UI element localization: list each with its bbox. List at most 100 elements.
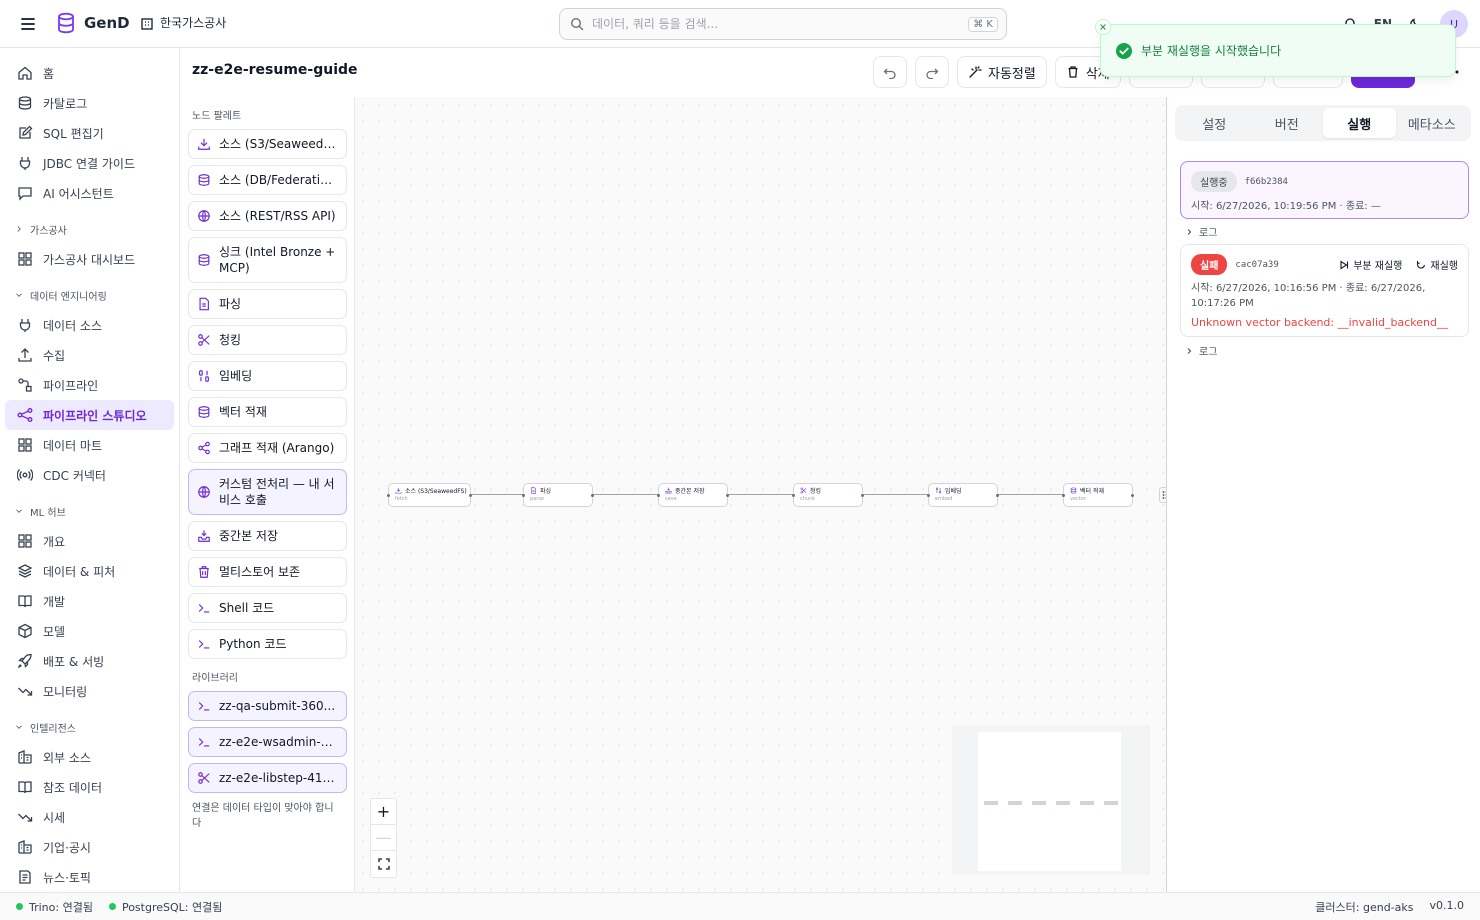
sidebar-item[interactable]: 모델 (5, 616, 174, 646)
run-id: cac07a39 (1235, 259, 1279, 270)
minimap-node (1032, 801, 1046, 805)
zoom-in-button[interactable]: + (371, 799, 396, 825)
input-handle[interactable] (927, 494, 930, 497)
pipeline-node[interactable]: 소스 (S3/SeaweedFS) fetch (387, 483, 472, 507)
pipeline-node[interactable]: 벡터 적재 vector (1062, 483, 1134, 507)
sidebar-item[interactable]: 카탈로그 (5, 88, 174, 118)
log-toggle[interactable]: 로그 (1185, 224, 1217, 239)
zoom-out-button[interactable]: — (371, 825, 396, 851)
input-handle[interactable] (1062, 494, 1065, 497)
sidebar-item[interactable]: 가스공사 대시보드 (5, 244, 174, 274)
brand[interactable]: GenD (56, 12, 130, 34)
sidebar-group-header[interactable]: ML 허브 (0, 496, 179, 526)
sidebar-item[interactable]: 데이터 소스 (5, 310, 174, 340)
sidebar-item[interactable]: 기업·공시 (5, 832, 174, 862)
library-item[interactable]: zz-qa-submit-360... (188, 691, 347, 721)
tab-1[interactable]: 버전 (1251, 108, 1324, 138)
sidebar-item[interactable]: 데이터 & 피처 (5, 556, 174, 586)
database-icon (1070, 487, 1077, 494)
menu-icon[interactable] (18, 14, 38, 34)
minimap-viewport[interactable] (978, 732, 1121, 871)
palette-node[interactable]: 벡터 적재 (188, 397, 347, 427)
node-title-label: 벡터 적재 (1080, 488, 1104, 495)
sidebar-item[interactable]: 참조 데이터 (5, 772, 174, 802)
sidebar-item[interactable]: 외부 소스 (5, 742, 174, 772)
palette-node[interactable]: 그래프 적재 (Arango) (188, 433, 347, 463)
output-handle[interactable] (591, 494, 594, 497)
sidebar-item[interactable]: AI 어시스턴트 (5, 178, 174, 208)
input-handle[interactable] (387, 494, 390, 497)
sidebar-item[interactable]: 개요 (5, 526, 174, 556)
sidebar-item-label: 모델 (43, 624, 66, 639)
palette-node[interactable]: 커스텀 전처리 — 내 서비스 호출 (188, 469, 347, 515)
auto-layout-button[interactable]: 자동정렬 (957, 56, 1047, 88)
sidebar-group-header[interactable]: 데이터 엔지니어링 (0, 280, 179, 310)
fit-view-button[interactable] (371, 851, 396, 877)
input-handle[interactable] (792, 494, 795, 497)
minimap[interactable] (952, 725, 1150, 875)
library-item[interactable]: zz-e2e-libstep-410... (188, 763, 347, 793)
sidebar-item[interactable]: 홈 (5, 58, 174, 88)
output-handle[interactable] (996, 494, 999, 497)
brand-name: GenD (84, 14, 130, 32)
palette-node[interactable]: 파싱 (188, 289, 347, 319)
undo-icon (883, 65, 897, 79)
sidebar-item[interactable]: 뉴스·토픽 (5, 862, 174, 892)
redo-button[interactable] (915, 56, 949, 88)
palette-node[interactable]: 소스 (S3/SeaweedFS) (188, 129, 347, 159)
tab-2[interactable]: 실행 (1323, 108, 1396, 138)
search-input[interactable] (592, 17, 961, 31)
pipeline-canvas[interactable]: + — 소스 (S3/SeaweedFS) fetch 파싱 parse 중간본 저장 s… (355, 97, 1166, 892)
sidebar-item[interactable]: 모니터링 (5, 676, 174, 706)
sidebar-item[interactable]: JDBC 연결 가이드 (5, 148, 174, 178)
rerun-button[interactable]: 재실행 (1416, 257, 1458, 272)
sidebar-group-header[interactable]: 인텔리전스 (0, 712, 179, 742)
input-handle[interactable] (522, 494, 525, 497)
sidebar-item[interactable]: 시세 (5, 802, 174, 832)
run-card-failed[interactable]: 실패 cac07a39 부분 재실행 재실행 시작: 6/27/2026, 10… (1180, 244, 1469, 337)
run-id: f66b2384 (1244, 176, 1288, 187)
output-handle[interactable] (469, 494, 472, 497)
palette-section-title: 노드 팔레트 (192, 111, 242, 122)
run-card-running[interactable]: 실행중 f66b2384 시작: 6/27/2026, 10:19:56 PM … (1180, 161, 1469, 219)
pipeline-node[interactable]: 파싱 parse (522, 483, 594, 507)
library-item[interactable]: zz-e2e-wsadmin-6... (188, 727, 347, 757)
global-search[interactable]: ⌘ K (559, 8, 1007, 40)
org-switcher[interactable]: 한국가스공사 (140, 14, 226, 31)
palette-node[interactable]: 싱크 (Intel Bronze + MCP) (188, 237, 347, 283)
partial-rerun-button[interactable]: 부분 재실행 (1339, 257, 1402, 272)
sidebar-item[interactable]: 파이프라인 (5, 370, 174, 400)
palette-node[interactable]: Shell 코드 (188, 593, 347, 623)
sidebar-group-header[interactable]: 가스공사 (0, 214, 179, 244)
output-handle[interactable] (861, 494, 864, 497)
palette-node-label: Shell 코드 (219, 601, 275, 615)
palette-node[interactable]: 멀티스토어 보존 (188, 557, 347, 587)
pipeline-node[interactable]: 중간본 저장 save (657, 483, 729, 507)
pipeline-node[interactable]: 임베딩 embed (927, 483, 999, 507)
sidebar-item[interactable]: 개발 (5, 586, 174, 616)
tab-0[interactable]: 설정 (1178, 108, 1251, 138)
output-handle[interactable] (726, 494, 729, 497)
close-icon[interactable] (1095, 19, 1111, 35)
tab-3[interactable]: 메타소스 (1396, 108, 1469, 138)
sidebar-item[interactable]: 데이터 마트 (5, 430, 174, 460)
cluster-label: 클러스터: gend-aks (1315, 900, 1414, 914)
pipeline-node[interactable]: 청킹 chunk (792, 483, 864, 507)
undo-button[interactable] (873, 56, 907, 88)
palette-node[interactable]: 중간본 저장 (188, 521, 347, 551)
palette-node[interactable]: 청킹 (188, 325, 347, 355)
sidebar-item[interactable]: 배포 & 서빙 (5, 646, 174, 676)
palette-node[interactable]: Python 코드 (188, 629, 347, 659)
zoom-controls: + — (370, 798, 397, 878)
palette-node[interactable]: 소스 (DB/Federation) (188, 165, 347, 195)
palette-node[interactable]: 임베딩 (188, 361, 347, 391)
input-handle[interactable] (657, 494, 660, 497)
log-label: 로그 (1199, 347, 1218, 358)
palette-node[interactable]: 소스 (REST/RSS API) (188, 201, 347, 231)
sidebar-item[interactable]: SQL 편집기 (5, 118, 174, 148)
sidebar-item[interactable]: CDC 커넥터 (5, 460, 174, 490)
output-handle[interactable] (1131, 494, 1134, 497)
log-toggle[interactable]: 로그 (1185, 343, 1217, 358)
sidebar-item[interactable]: 파이프라인 스튜디오 (5, 400, 174, 430)
sidebar-item[interactable]: 수집 (5, 340, 174, 370)
